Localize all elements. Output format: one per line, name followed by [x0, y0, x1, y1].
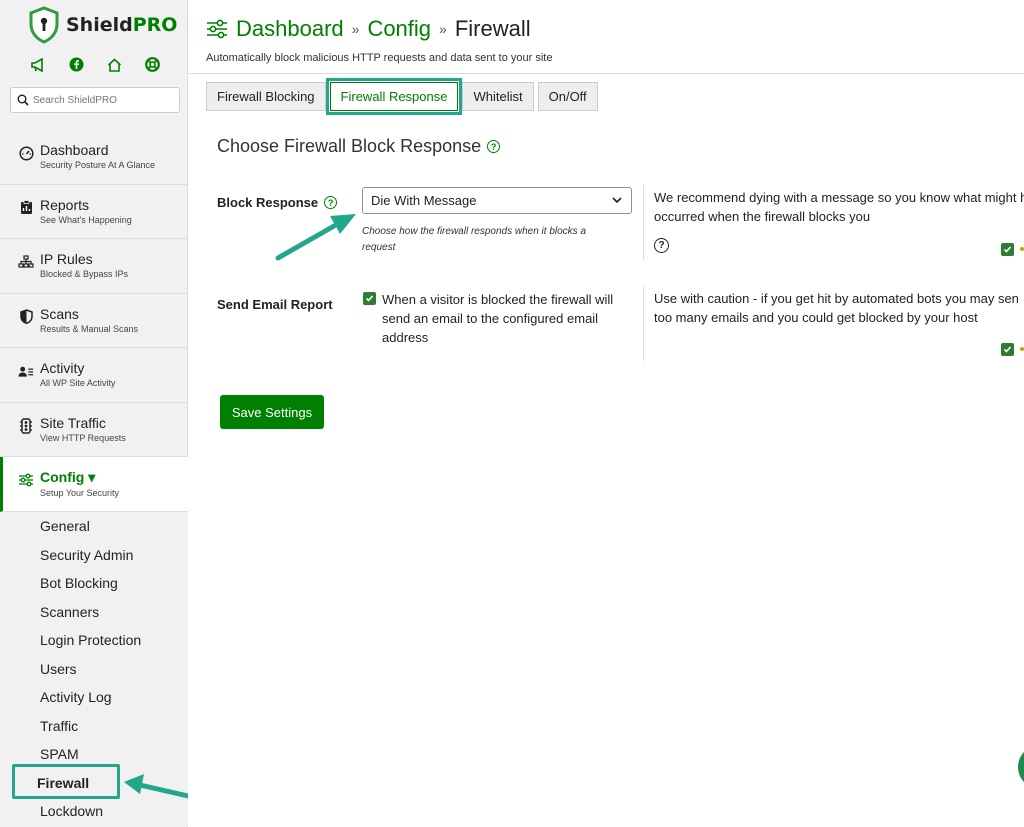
- page-header: Dashboard » Config » Firewall Automatica…: [188, 0, 1024, 74]
- nav-item-reports[interactable]: Reports See What's Happening: [0, 185, 188, 239]
- block-response-select[interactable]: Die With Message: [362, 187, 632, 214]
- nav-subtitle: Results & Manual Scans: [40, 323, 139, 334]
- block-response-hint: Choose how the firewall responds when it…: [362, 226, 587, 253]
- nav-title: Config ▾: [40, 469, 96, 485]
- nav-subtitle: Setup Your Security: [40, 488, 120, 498]
- nav-title: Activity: [40, 360, 85, 376]
- save-settings-button[interactable]: Save Settings: [220, 395, 324, 429]
- brand-name: ShieldPRO: [66, 14, 178, 36]
- page-subtitle: Automatically block malicious HTTP reque…: [206, 52, 553, 64]
- support-icon[interactable]: [144, 56, 161, 73]
- main-panel: Dashboard » Config » Firewall Automatica…: [188, 0, 1024, 827]
- nav-item-scans[interactable]: Scans Results & Manual Scans: [0, 294, 188, 348]
- nav-item-activity[interactable]: Activity All WP Site Activity: [0, 348, 188, 403]
- config-icon: [18, 472, 34, 488]
- traffic-icon: [18, 417, 34, 434]
- tab-firewall-blocking[interactable]: Firewall Blocking: [206, 82, 326, 111]
- shield-icon: [18, 309, 34, 325]
- submenu-item-scanners[interactable]: Scanners: [0, 598, 188, 627]
- facebook-icon[interactable]: [68, 56, 85, 73]
- tab-whitelist[interactable]: Whitelist: [462, 82, 534, 111]
- status-dot: [1020, 247, 1024, 251]
- email-report-checkbox-label: When a visitor is blocked the firewall w…: [382, 292, 614, 345]
- block-response-value: Die With Message: [371, 193, 477, 208]
- nav-title: Scans: [40, 305, 79, 322]
- description-line: We recommend dying with a message so you…: [654, 190, 1024, 205]
- submenu-item-security-admin[interactable]: Security Admin: [0, 541, 188, 570]
- email-report-checkbox[interactable]: [363, 292, 376, 305]
- arrow-annotation-icon: [124, 774, 191, 799]
- email-report-label: Send Email Report: [217, 297, 333, 312]
- nav-subtitle: See What's Happening: [40, 214, 132, 225]
- divider: [643, 286, 644, 361]
- tab-firewall-response[interactable]: Firewall Response: [325, 78, 463, 115]
- section-title: Choose Firewall Block Response ?: [217, 136, 501, 157]
- home-icon[interactable]: [106, 56, 123, 73]
- submenu-item-users[interactable]: Users: [0, 655, 188, 684]
- submenu-item-general[interactable]: General: [0, 512, 188, 541]
- nav-subtitle: Security Posture At A Glance: [40, 160, 156, 170]
- breadcrumb-separator: »: [351, 21, 360, 37]
- search-icon: [17, 94, 29, 106]
- nav-item-config[interactable]: Config ▾ Setup Your Security: [0, 457, 188, 512]
- chevron-down-icon: [612, 197, 622, 204]
- nav-subtitle: View HTTP Requests: [40, 432, 126, 443]
- dashboard-icon: [18, 145, 34, 161]
- reports-icon: [18, 200, 34, 216]
- main-nav: Dashboard Security Posture At A Glance Re…: [0, 130, 188, 512]
- option-checkbox[interactable]: [1001, 243, 1014, 256]
- email-report-description: Use with caution - if you get hit by aut…: [654, 289, 1024, 327]
- help-icon[interactable]: ?: [487, 140, 501, 153]
- description-line: occurred when the firewall blocks you: [654, 209, 871, 224]
- nav-title: Reports: [40, 196, 90, 213]
- nav-item-dashboard[interactable]: Dashboard Security Posture At A Glance: [0, 130, 188, 185]
- divider: [643, 185, 644, 260]
- tab-on-off[interactable]: On/Off: [537, 82, 598, 111]
- quick-links: [30, 56, 161, 73]
- nav-subtitle: Blocked & Bypass IPs: [40, 269, 129, 279]
- activity-icon: [18, 363, 34, 379]
- status-dot: [1020, 347, 1024, 351]
- submenu-item-login-protection[interactable]: Login Protection: [0, 626, 188, 655]
- brand-logo[interactable]: ShieldPRO: [28, 6, 177, 44]
- nav-title: Site Traffic: [40, 414, 106, 431]
- nav-item-ip-rules[interactable]: IP Rules Blocked & Bypass IPs: [0, 239, 188, 294]
- search-input[interactable]: [33, 94, 173, 106]
- sidebar: ShieldPRO Dashboard Security Posture At A…: [0, 0, 188, 827]
- submenu-item-bot-blocking[interactable]: Bot Blocking: [0, 569, 188, 598]
- shield-logo-icon: [29, 6, 59, 44]
- breadcrumb: Dashboard » Config » Firewall: [206, 16, 531, 42]
- email-report-checkbox-row[interactable]: When a visitor is blocked the firewall w…: [363, 290, 633, 347]
- submenu-item-activity-log[interactable]: Activity Log: [0, 683, 188, 712]
- firewall-highlight-box: [12, 764, 120, 799]
- description-line: Use with caution - if you get hit by aut…: [654, 291, 1019, 306]
- description-line: too many emails and you could get blocke…: [654, 310, 978, 325]
- nav-title: IP Rules: [40, 251, 93, 267]
- floating-action-button[interactable]: [1018, 745, 1024, 789]
- breadcrumb-config[interactable]: Config: [367, 16, 431, 42]
- submenu-item-traffic[interactable]: Traffic: [0, 712, 188, 741]
- breadcrumb-dashboard[interactable]: Dashboard: [236, 16, 344, 42]
- question-icon[interactable]: ?: [654, 238, 669, 253]
- section-title-text: Choose Firewall Block Response: [217, 136, 482, 156]
- nav-title: Dashboard: [40, 142, 109, 158]
- megaphone-icon[interactable]: [30, 56, 47, 73]
- arrow-annotation-icon: [275, 214, 356, 261]
- tab-bar: Firewall Blocking Firewall Response Whit…: [206, 78, 598, 115]
- breadcrumb-separator: »: [439, 21, 447, 37]
- option-checkbox[interactable]: [1001, 343, 1014, 356]
- nav-item-site-traffic[interactable]: Site Traffic View HTTP Requests: [0, 403, 188, 457]
- block-response-description: We recommend dying with a message so you…: [654, 188, 1024, 226]
- search-box[interactable]: [10, 87, 180, 113]
- ip-rules-icon: [18, 254, 34, 270]
- breadcrumb-current: Firewall: [454, 16, 531, 41]
- config-icon: [207, 19, 227, 39]
- nav-subtitle: All WP Site Activity: [40, 378, 116, 388]
